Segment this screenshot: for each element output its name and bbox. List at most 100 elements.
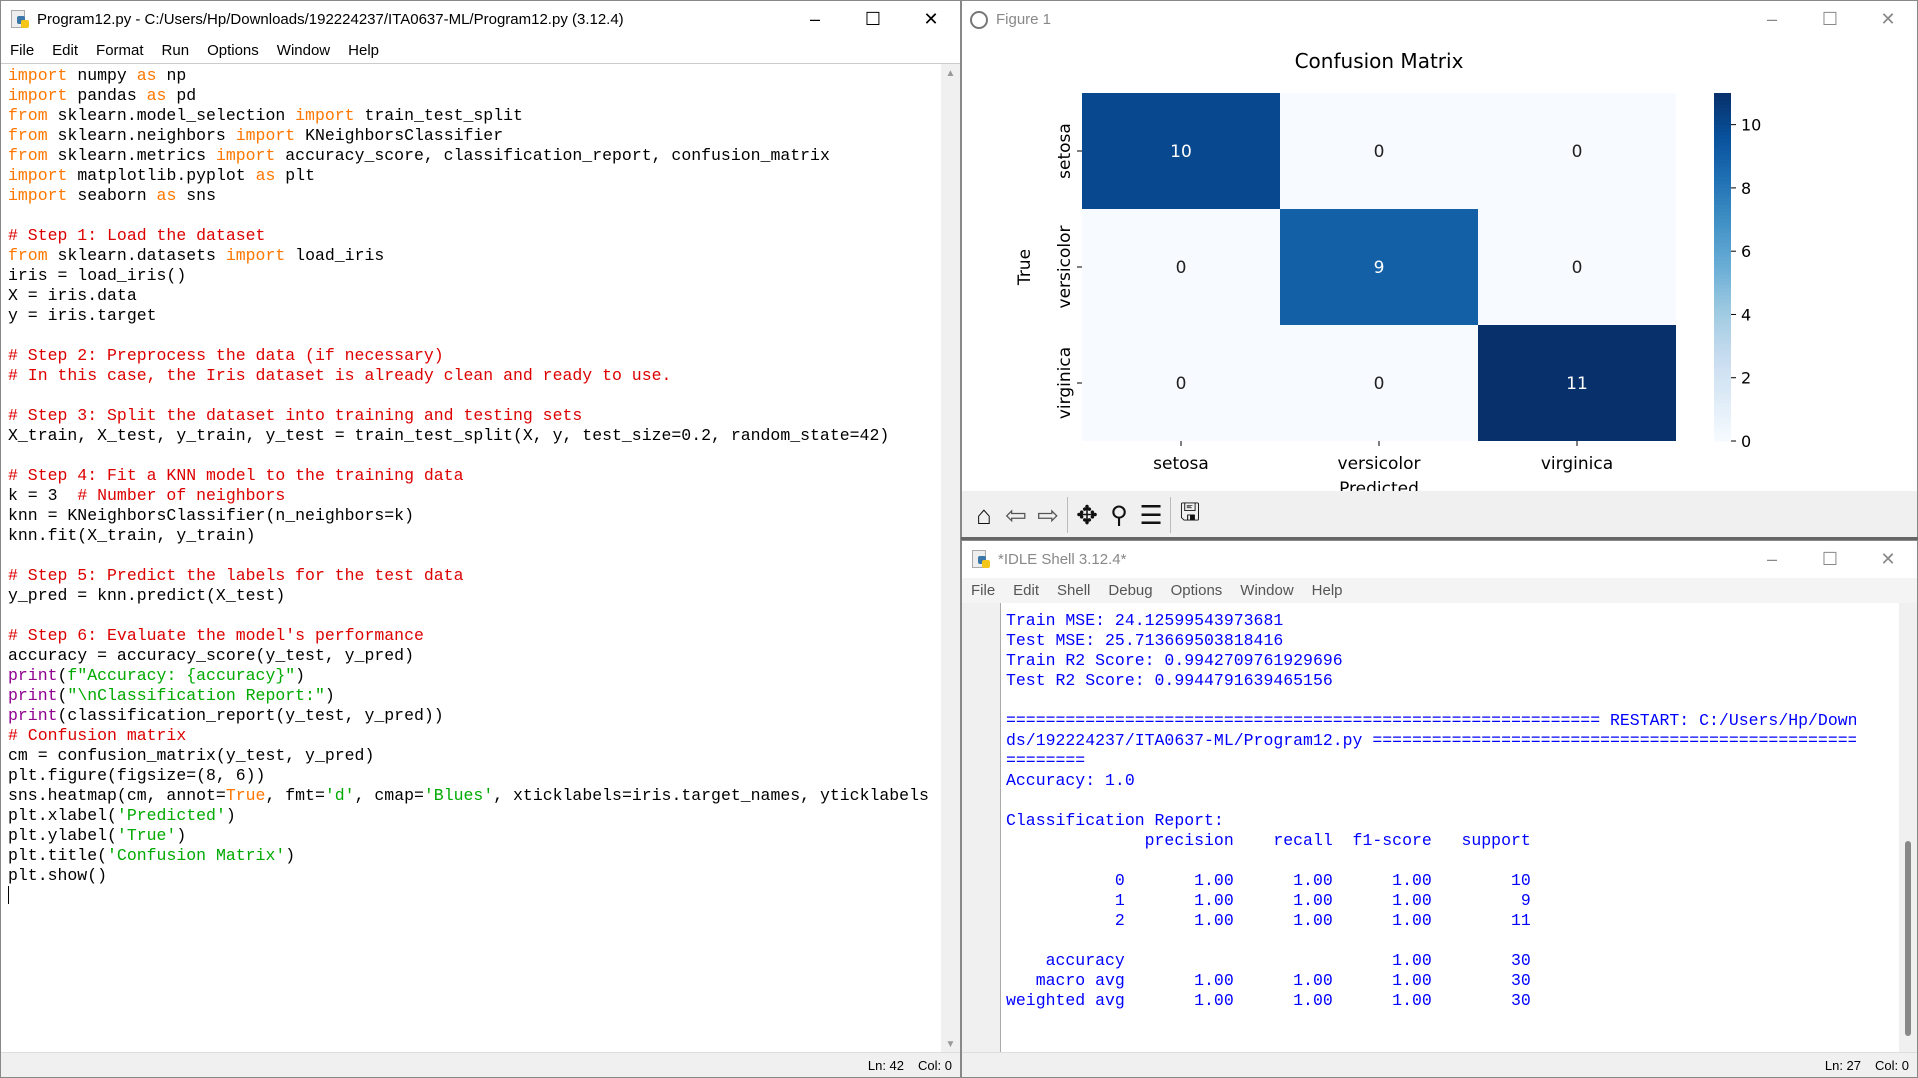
editor-titlebar: Program12.py - C:/Users/Hp/Downloads/192…: [1, 1, 960, 38]
code-token: # Step 2: Preprocess the data (if necess…: [8, 346, 444, 365]
cell-annotation: 0: [1176, 258, 1187, 278]
menu-file[interactable]: File: [1, 42, 43, 59]
colorbar-segment: [1714, 409, 1731, 414]
colorbar-segment: [1714, 267, 1731, 272]
code-token: plt.title(: [8, 846, 108, 865]
menu-shell[interactable]: Shell: [1048, 582, 1099, 599]
colorbar-segment: [1714, 315, 1731, 320]
scrollbar-thumb[interactable]: [1905, 841, 1911, 1036]
code-line: from sklearn.model_selection import trai…: [8, 106, 938, 126]
code-token: from: [8, 146, 48, 165]
shell-scrollbar[interactable]: [1899, 603, 1917, 1054]
colorbar-segment: [1714, 207, 1731, 212]
menu-file[interactable]: File: [962, 582, 1004, 599]
code-token: as: [136, 66, 157, 85]
menu-window[interactable]: Window: [268, 42, 339, 59]
shell-line: 0 1.00 1.00 1.00 10: [1006, 871, 1531, 890]
editor-scrollbar[interactable]: ▲ ▼: [941, 64, 960, 1054]
code-token: pd: [166, 86, 197, 105]
code-editor[interactable]: import numpy as np import pandas as pd fro…: [8, 66, 938, 1051]
code-token: print: [8, 686, 58, 705]
colorbar-segment: [1714, 280, 1731, 285]
maximize-button[interactable]: ☐: [1801, 541, 1859, 578]
colorbar-segment: [1714, 134, 1731, 139]
code-line: print(f"Accuracy: {accuracy}"): [8, 666, 938, 686]
save-icon[interactable]: 🖫: [1174, 497, 1206, 533]
code-token: f"Accuracy: {accuracy}": [67, 666, 296, 685]
zoom-icon[interactable]: ⚲: [1103, 497, 1135, 533]
menu-help[interactable]: Help: [339, 42, 388, 59]
code-token: from: [8, 246, 48, 265]
cell-annotation: 0: [1374, 374, 1385, 394]
menu-options[interactable]: Options: [198, 42, 268, 59]
colorbar-segment: [1714, 127, 1731, 132]
shell-menubar: File Edit Shell Debug Options Window Hel…: [962, 578, 1917, 603]
code-line: sns.heatmap(cm, annot=True, fmt='d', cma…: [8, 786, 938, 806]
figure-titlebar: Figure 1 – ☐ ✕: [962, 1, 1917, 38]
colorbar-segment: [1714, 159, 1731, 164]
code-token: accuracy = accuracy_score(y_test, y_pred…: [8, 646, 414, 665]
menu-edit[interactable]: Edit: [1004, 582, 1048, 599]
colorbar-segment: [1714, 371, 1731, 376]
menu-debug[interactable]: Debug: [1099, 582, 1161, 599]
maximize-button[interactable]: ☐: [1801, 1, 1859, 38]
colorbar-segment: [1714, 131, 1731, 136]
code-line: import numpy as np: [8, 66, 938, 86]
code-token: # Confusion matrix: [8, 726, 187, 745]
matplotlib-icon: [970, 10, 988, 29]
colorbar-segment: [1714, 343, 1731, 348]
menu-help[interactable]: Help: [1303, 582, 1352, 599]
code-token: 'Confusion Matrix': [107, 846, 286, 865]
home-icon[interactable]: ⌂: [968, 497, 1000, 533]
minimize-button[interactable]: –: [1743, 541, 1801, 578]
colorbar-segment: [1714, 204, 1731, 209]
colorbar-segment: [1714, 253, 1731, 258]
shell-title: *IDLE Shell 3.12.4*: [998, 551, 1127, 568]
code-token: # Step 6: Evaluate the model's performan…: [8, 626, 424, 645]
menu-edit[interactable]: Edit: [43, 42, 87, 59]
menu-window[interactable]: Window: [1231, 582, 1302, 599]
code-token: # Number of neighbors: [77, 486, 286, 505]
colorbar-segment: [1714, 221, 1731, 226]
code-token: # Step 4: Fit a KNN model to the trainin…: [8, 466, 464, 485]
y-axis-label: True: [1015, 249, 1035, 286]
colorbar-segment: [1714, 364, 1731, 369]
configure-icon[interactable]: ☰: [1135, 497, 1167, 533]
menu-options[interactable]: Options: [1162, 582, 1232, 599]
shell-gutter: [962, 603, 1001, 1054]
colorbar-segment: [1714, 333, 1731, 338]
colorbar-segment: [1714, 395, 1731, 400]
colorbar-segment: [1714, 381, 1731, 386]
code-line: accuracy = accuracy_score(y_test, y_pred…: [8, 646, 938, 666]
code-token: knn.fit(X_train, y_train): [8, 526, 256, 545]
shell-output[interactable]: Train MSE: 24.12599543973681 Test MSE: 25…: [1006, 611, 1856, 1051]
colorbar-segment: [1714, 124, 1731, 129]
code-token: True: [225, 786, 266, 805]
close-button[interactable]: ✕: [902, 1, 960, 38]
menu-run[interactable]: Run: [153, 42, 199, 59]
code-token: plt.xlabel(: [8, 806, 117, 825]
python-shell-icon: [972, 549, 990, 570]
minimize-button[interactable]: –: [1743, 1, 1801, 38]
code-token: sklearn.model_selection: [47, 106, 296, 125]
colorbar-segment: [1714, 246, 1731, 251]
colorbar-segment: [1714, 298, 1731, 303]
maximize-button[interactable]: ☐: [844, 1, 902, 38]
cell-annotation: 10: [1170, 142, 1192, 162]
colorbar-segment: [1714, 232, 1731, 237]
code-token: import: [225, 246, 286, 265]
colorbar-segment: [1714, 374, 1731, 379]
close-button[interactable]: ✕: [1859, 541, 1917, 578]
forward-icon[interactable]: ⇨: [1032, 497, 1064, 533]
pan-icon[interactable]: ✥: [1071, 497, 1103, 533]
minimize-button[interactable]: –: [786, 1, 844, 38]
colorbar-segment: [1714, 301, 1731, 306]
code-line: plt.ylabel('True'): [8, 826, 938, 846]
menu-format[interactable]: Format: [87, 42, 153, 59]
close-button[interactable]: ✕: [1859, 1, 1917, 38]
code-line: print("\nClassification Report:"): [8, 686, 938, 706]
back-icon[interactable]: ⇦: [1000, 497, 1032, 533]
code-line: cm = confusion_matrix(y_test, y_pred): [8, 746, 938, 766]
